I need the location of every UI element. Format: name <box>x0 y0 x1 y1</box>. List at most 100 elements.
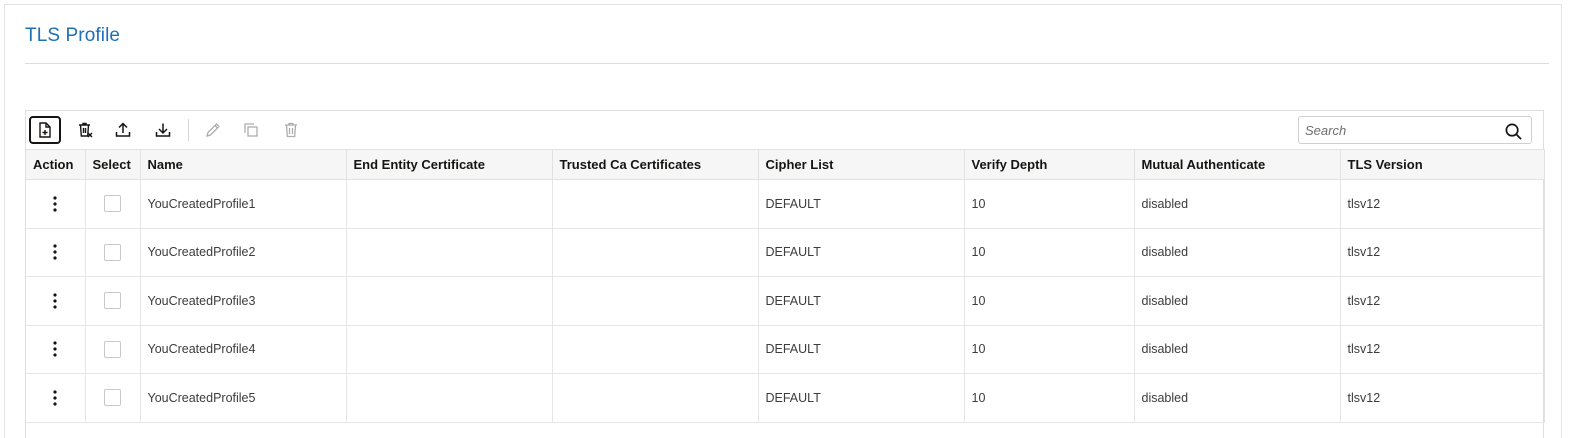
tls-profile-table-container: Action Select Name End Entity Certificat… <box>25 110 1545 438</box>
more-vertical-icon <box>53 293 57 309</box>
verify-depth-cell: 10 <box>964 228 1135 277</box>
action-cell <box>26 179 86 229</box>
cipher-list-cell: DEFAULT <box>758 228 965 277</box>
name-cell: YouCreatedProfile2 <box>140 228 347 277</box>
column-header-select: Select <box>85 149 141 180</box>
end-entity-certificate-cell <box>346 276 553 326</box>
mutual-authenticate-cell: disabled <box>1134 228 1341 277</box>
select-cell <box>85 373 141 423</box>
cipher-list-cell: DEFAULT <box>758 276 965 326</box>
tls-version-cell: tlsv12 <box>1340 373 1545 423</box>
action-cell <box>26 325 86 374</box>
verify-depth-cell: 10 <box>964 373 1135 423</box>
row-select-checkbox[interactable] <box>104 340 121 358</box>
row-actions-button[interactable] <box>43 289 67 313</box>
row-actions-button[interactable] <box>43 240 67 264</box>
column-header-cipher-list[interactable]: Cipher List <box>758 149 965 180</box>
row-select-checkbox[interactable] <box>104 389 121 407</box>
delete-icon <box>285 122 297 138</box>
end-entity-certificate-cell <box>346 373 553 423</box>
tls-version-cell: tlsv12 <box>1340 228 1545 277</box>
more-vertical-icon <box>53 196 57 212</box>
name-cell: YouCreatedProfile3 <box>140 276 347 326</box>
more-vertical-icon <box>53 390 57 406</box>
edit-button[interactable] <box>197 116 229 144</box>
column-header-mutual-authenticate[interactable]: Mutual Authenticate <box>1134 149 1341 180</box>
upload-button[interactable] <box>107 116 139 144</box>
column-header-end-entity-certificate[interactable]: End Entity Certificate <box>346 149 553 180</box>
download-icon <box>155 123 171 137</box>
table-row[interactable]: YouCreatedProfile5 DEFAULT 10 disabled t… <box>26 373 1545 423</box>
table-row[interactable]: YouCreatedProfile2 DEFAULT 10 disabled t… <box>26 228 1545 277</box>
delete-all-button[interactable] <box>69 116 101 144</box>
action-cell <box>26 228 86 277</box>
trusted-ca-certificates-cell <box>552 325 759 374</box>
trusted-ca-certificates-cell <box>552 276 759 326</box>
title-divider <box>25 63 1549 64</box>
row-actions-button[interactable] <box>43 337 67 361</box>
cipher-list-cell: DEFAULT <box>758 373 965 423</box>
page-title: TLS Profile <box>25 25 121 46</box>
cipher-list-cell: DEFAULT <box>758 179 965 229</box>
end-entity-certificate-cell <box>346 228 553 277</box>
row-actions-button[interactable] <box>43 386 67 410</box>
row-select-checkbox[interactable] <box>104 292 121 310</box>
trusted-ca-certificates-cell <box>552 228 759 277</box>
clone-button[interactable] <box>235 116 267 144</box>
row-actions-button[interactable] <box>43 192 67 216</box>
end-entity-certificate-cell <box>346 179 553 229</box>
mutual-authenticate-cell: disabled <box>1134 373 1341 423</box>
edit-icon <box>206 123 220 137</box>
download-button[interactable] <box>147 116 179 144</box>
verify-depth-cell: 10 <box>964 179 1135 229</box>
more-vertical-icon <box>53 341 57 357</box>
select-cell <box>85 325 141 374</box>
table-row[interactable]: YouCreatedProfile3 DEFAULT 10 disabled t… <box>26 276 1545 326</box>
select-cell <box>85 228 141 277</box>
row-select-checkbox[interactable] <box>104 195 121 213</box>
table-row[interactable]: YouCreatedProfile1 DEFAULT 10 disabled t… <box>26 179 1545 229</box>
action-cell <box>26 276 86 326</box>
name-cell: YouCreatedProfile4 <box>140 325 347 374</box>
table-header-row: Action Select Name End Entity Certificat… <box>26 149 1545 180</box>
column-header-action: Action <box>26 149 86 180</box>
search-button[interactable] <box>1503 121 1523 141</box>
name-cell: YouCreatedProfile1 <box>140 179 347 229</box>
create-icon <box>39 122 51 138</box>
upload-icon <box>115 122 131 137</box>
search-input[interactable] <box>1299 117 1495 143</box>
tls-profile-panel: TLS Profile Search Action Select Name En… <box>4 4 1562 438</box>
mutual-authenticate-cell: disabled <box>1134 325 1341 374</box>
delete-button[interactable] <box>275 116 307 144</box>
tls-version-cell: tlsv12 <box>1340 179 1545 229</box>
trusted-ca-certificates-cell <box>552 179 759 229</box>
select-cell <box>85 276 141 326</box>
column-header-name[interactable]: Name <box>140 149 347 180</box>
create-button[interactable] <box>29 116 61 144</box>
mutual-authenticate-cell: disabled <box>1134 276 1341 326</box>
table-toolbar <box>26 111 1543 149</box>
tls-version-cell: tlsv12 <box>1340 325 1545 374</box>
name-cell: YouCreatedProfile5 <box>140 373 347 423</box>
select-cell <box>85 179 141 229</box>
column-header-trusted-ca-certificates[interactable]: Trusted Ca Certificates <box>552 149 759 180</box>
search-icon <box>1505 123 1522 140</box>
tls-version-cell: tlsv12 <box>1340 276 1545 326</box>
search-box <box>1298 116 1532 144</box>
table-row[interactable]: YouCreatedProfile4 DEFAULT 10 disabled t… <box>26 325 1545 374</box>
column-header-verify-depth[interactable]: Verify Depth <box>964 149 1135 180</box>
verify-depth-cell: 10 <box>964 325 1135 374</box>
delete-all-icon <box>79 122 93 138</box>
tls-profile-table: Action Select Name End Entity Certificat… <box>26 149 1545 423</box>
cipher-list-cell: DEFAULT <box>758 325 965 374</box>
more-vertical-icon <box>53 244 57 260</box>
trusted-ca-certificates-cell <box>552 373 759 423</box>
end-entity-certificate-cell <box>346 325 553 374</box>
column-header-tls-version[interactable]: TLS Version <box>1340 149 1545 180</box>
verify-depth-cell: 10 <box>964 276 1135 326</box>
mutual-authenticate-cell: disabled <box>1134 179 1341 229</box>
clone-icon <box>244 123 258 137</box>
row-select-checkbox[interactable] <box>104 243 121 261</box>
action-cell <box>26 373 86 423</box>
table-body: YouCreatedProfile1 DEFAULT 10 disabled t… <box>26 179 1545 423</box>
